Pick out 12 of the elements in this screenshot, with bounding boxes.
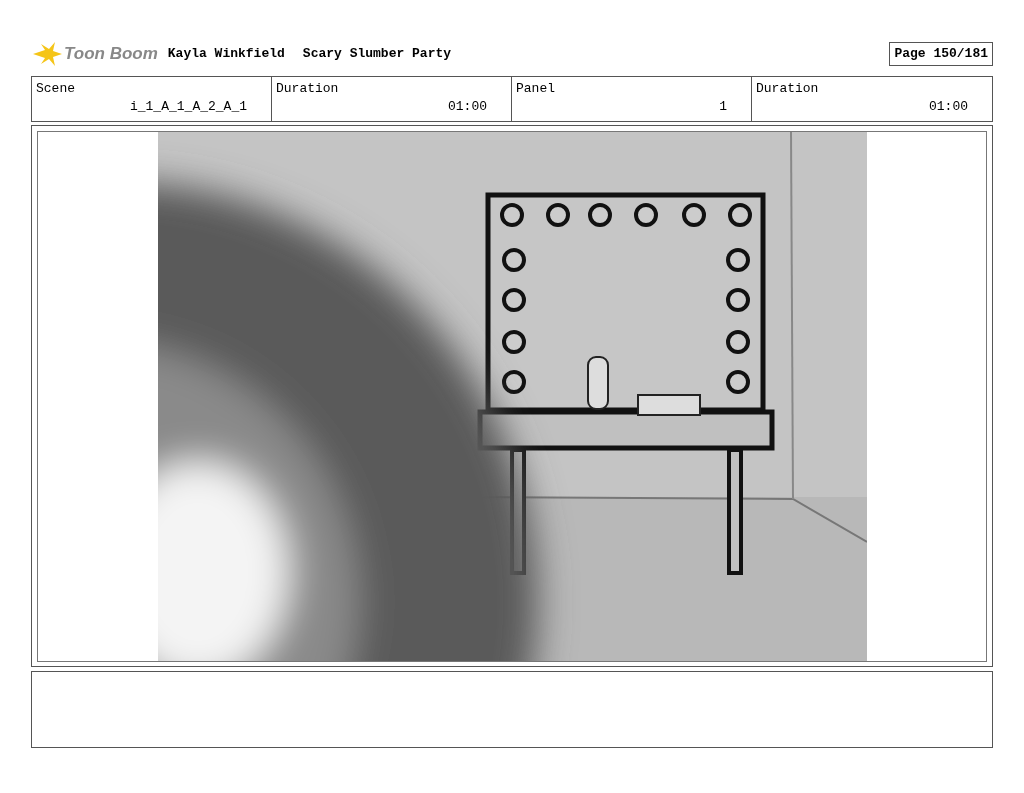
author-name: Kayla Winkfield (167, 45, 285, 64)
project-title: Scary Slumber Party (302, 45, 452, 64)
page-number: Page 150/181 (889, 42, 993, 66)
info-label: Scene (36, 80, 75, 98)
info-value: 01:00 (929, 98, 968, 116)
logo-text: Toon Boom (64, 43, 158, 66)
info-value: 01:00 (448, 98, 487, 116)
info-value: i_1_A_1_A_2_A_1 (129, 98, 247, 116)
info-value: 1 (719, 98, 727, 116)
info-label: Duration (276, 80, 339, 98)
info-label: Panel (516, 80, 555, 98)
info-label: Duration (756, 80, 819, 98)
